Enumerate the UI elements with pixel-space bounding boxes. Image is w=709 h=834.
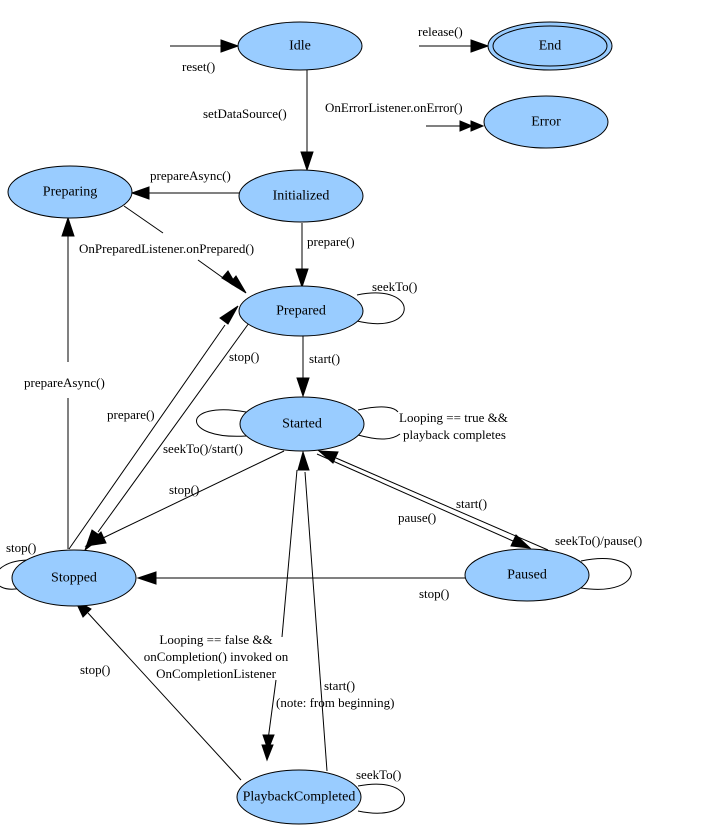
edge-label-prepare-init: prepare() — [307, 234, 355, 249]
edge-label-seek-completed: seekTo() — [356, 767, 401, 782]
node-label-end: End — [539, 39, 562, 54]
edge-label-set-data-source: setDataSource() — [203, 106, 287, 121]
edge-label-on-prepared: OnPreparedListener.onPrepared() — [79, 241, 254, 256]
node-label-error: Error — [531, 115, 561, 130]
state-diagram: reset() release() OnErrorListener.onErro… — [0, 21, 642, 825]
node-playback-completed: PlaybackCompleted — [236, 769, 362, 825]
edge-label-seek-prepared: seekTo() — [372, 279, 417, 294]
edge-label-start-prepared: start() — [309, 351, 340, 366]
edge-label-release: release() — [418, 24, 463, 39]
arrowhead-icon — [297, 450, 310, 471]
edge-label-looping-false-1: Looping == false && — [159, 632, 272, 647]
arrowhead-icon — [130, 186, 150, 200]
edge-seek-completed: seekTo() — [356, 767, 405, 814]
node-prepared: Prepared — [238, 285, 364, 337]
arrowhead-icon — [470, 120, 485, 132]
arrowhead-icon — [296, 377, 310, 398]
node-stopped: Stopped — [11, 549, 137, 607]
edge-prepare-init: prepare() — [295, 223, 355, 289]
node-label-stopped: Stopped — [51, 571, 97, 586]
arrowhead-icon — [459, 120, 474, 132]
edge-start-prepared: start() — [296, 336, 340, 398]
edge-label-stop-started: stop() — [169, 482, 199, 497]
edge-label-start-completed-1: start() — [324, 678, 355, 693]
edge-label-pause-started: pause() — [398, 510, 436, 525]
edge-on-prepared: OnPreparedListener.onPrepared() — [79, 205, 254, 294]
edge-label-prepare-stopped: prepare() — [107, 407, 155, 422]
edge-start-paused: start() — [317, 450, 549, 551]
edge-stop-paused: stop() — [136, 571, 467, 601]
edge-start-completed: start() (note: from beginning) — [276, 450, 394, 772]
node-label-preparing: Preparing — [43, 185, 97, 200]
edge-seek-prepared: seekTo() — [356, 279, 417, 325]
edge-looping-false: Looping == false && onCompletion() invok… — [144, 469, 298, 762]
edge-prepare-async-stopped: prepareAsync() — [24, 216, 105, 549]
node-paused: Paused — [464, 548, 590, 602]
arrowhead-icon — [61, 216, 75, 237]
edge-label-stop-paused: stop() — [419, 586, 449, 601]
edge-stop-completed: stop() — [73, 598, 242, 781]
node-label-playback-completed: PlaybackCompleted — [243, 790, 356, 805]
arrowhead-icon — [295, 268, 309, 289]
edge-prepare-stopped: prepare() — [68, 305, 239, 550]
edge-label-stop-prepared: stop() — [229, 349, 259, 364]
arrowhead-icon — [300, 151, 314, 172]
edge-prepare-async-init: prepareAsync() — [130, 168, 240, 200]
node-started: Started — [239, 396, 365, 452]
edge-release: release() — [418, 24, 490, 53]
edge-set-data-source: setDataSource() — [203, 69, 314, 172]
node-label-initialized: Initialized — [273, 189, 330, 204]
arrowhead-icon — [220, 39, 240, 53]
edge-seek-start-loop: seekTo()/start() — [163, 409, 247, 456]
node-idle: Idle — [237, 21, 363, 71]
node-label-prepared: Prepared — [276, 304, 326, 319]
node-preparing: Preparing — [7, 165, 133, 219]
edge-label-looping-false-3: OnCompletionListener — [156, 666, 277, 681]
edge-label-looping-true-1: Looping == true && — [399, 410, 508, 425]
node-error: Error — [483, 95, 609, 149]
edge-label-looping-true-2: playback completes — [403, 427, 506, 442]
edge-looping-true: Looping == true && playback completes — [357, 406, 508, 442]
arrowhead-icon — [470, 39, 490, 53]
node-label-idle: Idle — [289, 39, 311, 54]
node-label-started: Started — [282, 417, 322, 432]
edge-label-seek-pause-loop: seekTo()/pause() — [555, 533, 642, 548]
arrowhead-icon — [136, 571, 157, 585]
edge-reset: reset() — [170, 39, 240, 74]
edge-label-stop-completed: stop() — [80, 662, 110, 677]
arrowhead-icon — [317, 450, 339, 464]
node-initialized: Initialized — [238, 169, 364, 223]
node-end: End — [487, 21, 613, 71]
edge-pause-started: pause() — [316, 453, 532, 549]
edge-label-stop-stopped-loop: stop() — [6, 540, 36, 555]
edge-label-prepare-async-stopped: prepareAsync() — [24, 375, 105, 390]
edge-on-error: OnErrorListener.onError() — [325, 100, 485, 132]
edge-label-start-completed-2: (note: from beginning) — [276, 695, 394, 710]
edge-stop-started: stop() — [84, 450, 285, 547]
edge-label-on-error: OnErrorListener.onError() — [325, 100, 463, 115]
edge-label-start-paused: start() — [456, 496, 487, 511]
node-label-paused: Paused — [507, 568, 547, 583]
edge-label-reset: reset() — [182, 59, 215, 74]
arrowhead-icon — [510, 534, 532, 549]
arrowhead-icon — [219, 305, 239, 325]
edge-label-looping-false-2: onCompletion() invoked on — [144, 649, 289, 664]
edge-label-seek-start-loop: seekTo()/start() — [163, 441, 243, 456]
edge-label-prepare-async-init: prepareAsync() — [150, 168, 231, 183]
